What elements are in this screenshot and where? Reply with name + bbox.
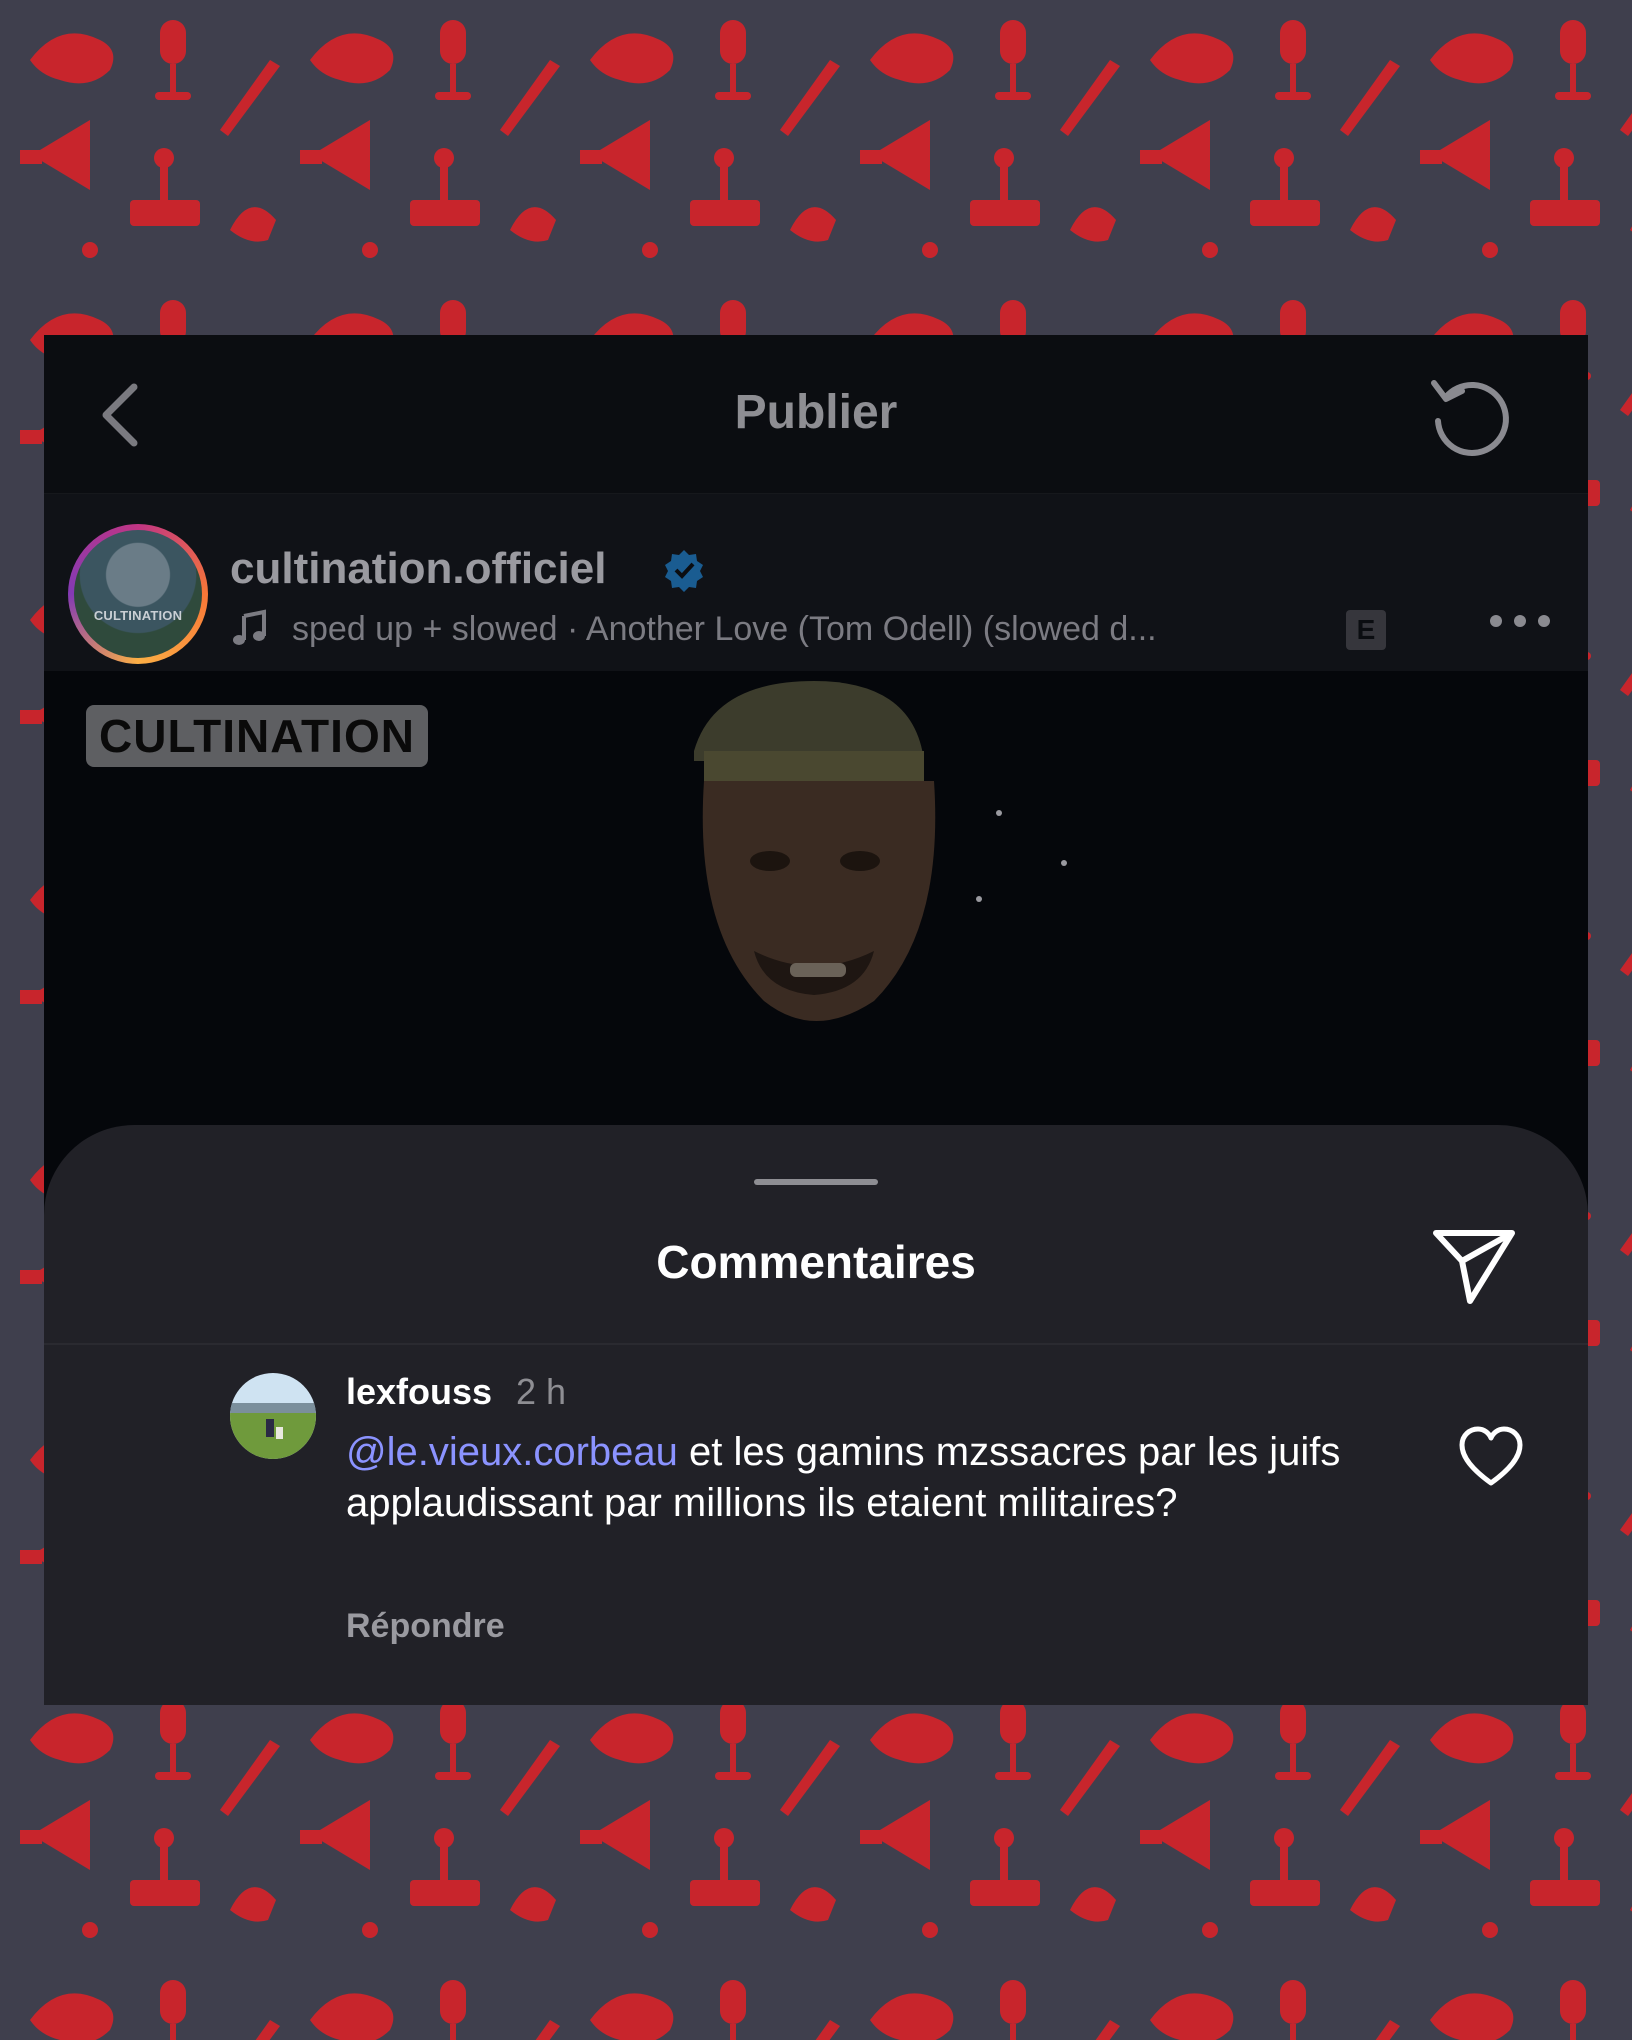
avatar-label: CULTINATION xyxy=(93,608,183,623)
music-note-icon xyxy=(233,609,266,645)
avatar-image: CULTINATION xyxy=(74,530,202,658)
comments-sheet: Commentaires lexfouss 2 h @le.vieux.corb… xyxy=(44,1125,1588,1705)
comment-timestamp: 2 h xyxy=(516,1371,567,1412)
comment-body: @le.vieux.corbeau et les gamins mzssacre… xyxy=(346,1427,1386,1529)
top-navigation-bar: Publier xyxy=(44,335,1588,493)
brand-tag: CULTINATION xyxy=(99,710,415,762)
explicit-badge: E xyxy=(1346,610,1386,650)
app-screen: Publier CULTINATION cultination.officiel… xyxy=(44,335,1588,1705)
commenter-avatar[interactable] xyxy=(230,1373,316,1459)
page-title: Publier xyxy=(734,386,898,439)
profile-avatar[interactable]: CULTINATION xyxy=(68,524,208,664)
more-dots-icon[interactable] xyxy=(1484,606,1556,636)
divider xyxy=(44,1343,1588,1345)
music-track[interactable]: sped up + slowed · Another Love (Tom Ode… xyxy=(292,610,1157,649)
comment-mention[interactable]: @le.vieux.corbeau xyxy=(346,1430,678,1474)
person-portrait-image xyxy=(694,681,1067,1021)
heart-icon[interactable] xyxy=(1456,1423,1526,1493)
post-header: CULTINATION cultination.officiel sped up… xyxy=(44,493,1588,672)
reply-button[interactable]: Répondre xyxy=(346,1607,505,1646)
refresh-icon[interactable] xyxy=(1424,369,1516,461)
post-username[interactable]: cultination.officiel xyxy=(230,544,606,594)
paper-plane-icon[interactable] xyxy=(1430,1221,1520,1311)
sheet-drag-handle[interactable] xyxy=(754,1179,878,1185)
comment-username[interactable]: lexfouss xyxy=(346,1371,492,1413)
comments-title: Commentaires xyxy=(656,1236,976,1288)
verified-badge-icon xyxy=(665,550,703,592)
